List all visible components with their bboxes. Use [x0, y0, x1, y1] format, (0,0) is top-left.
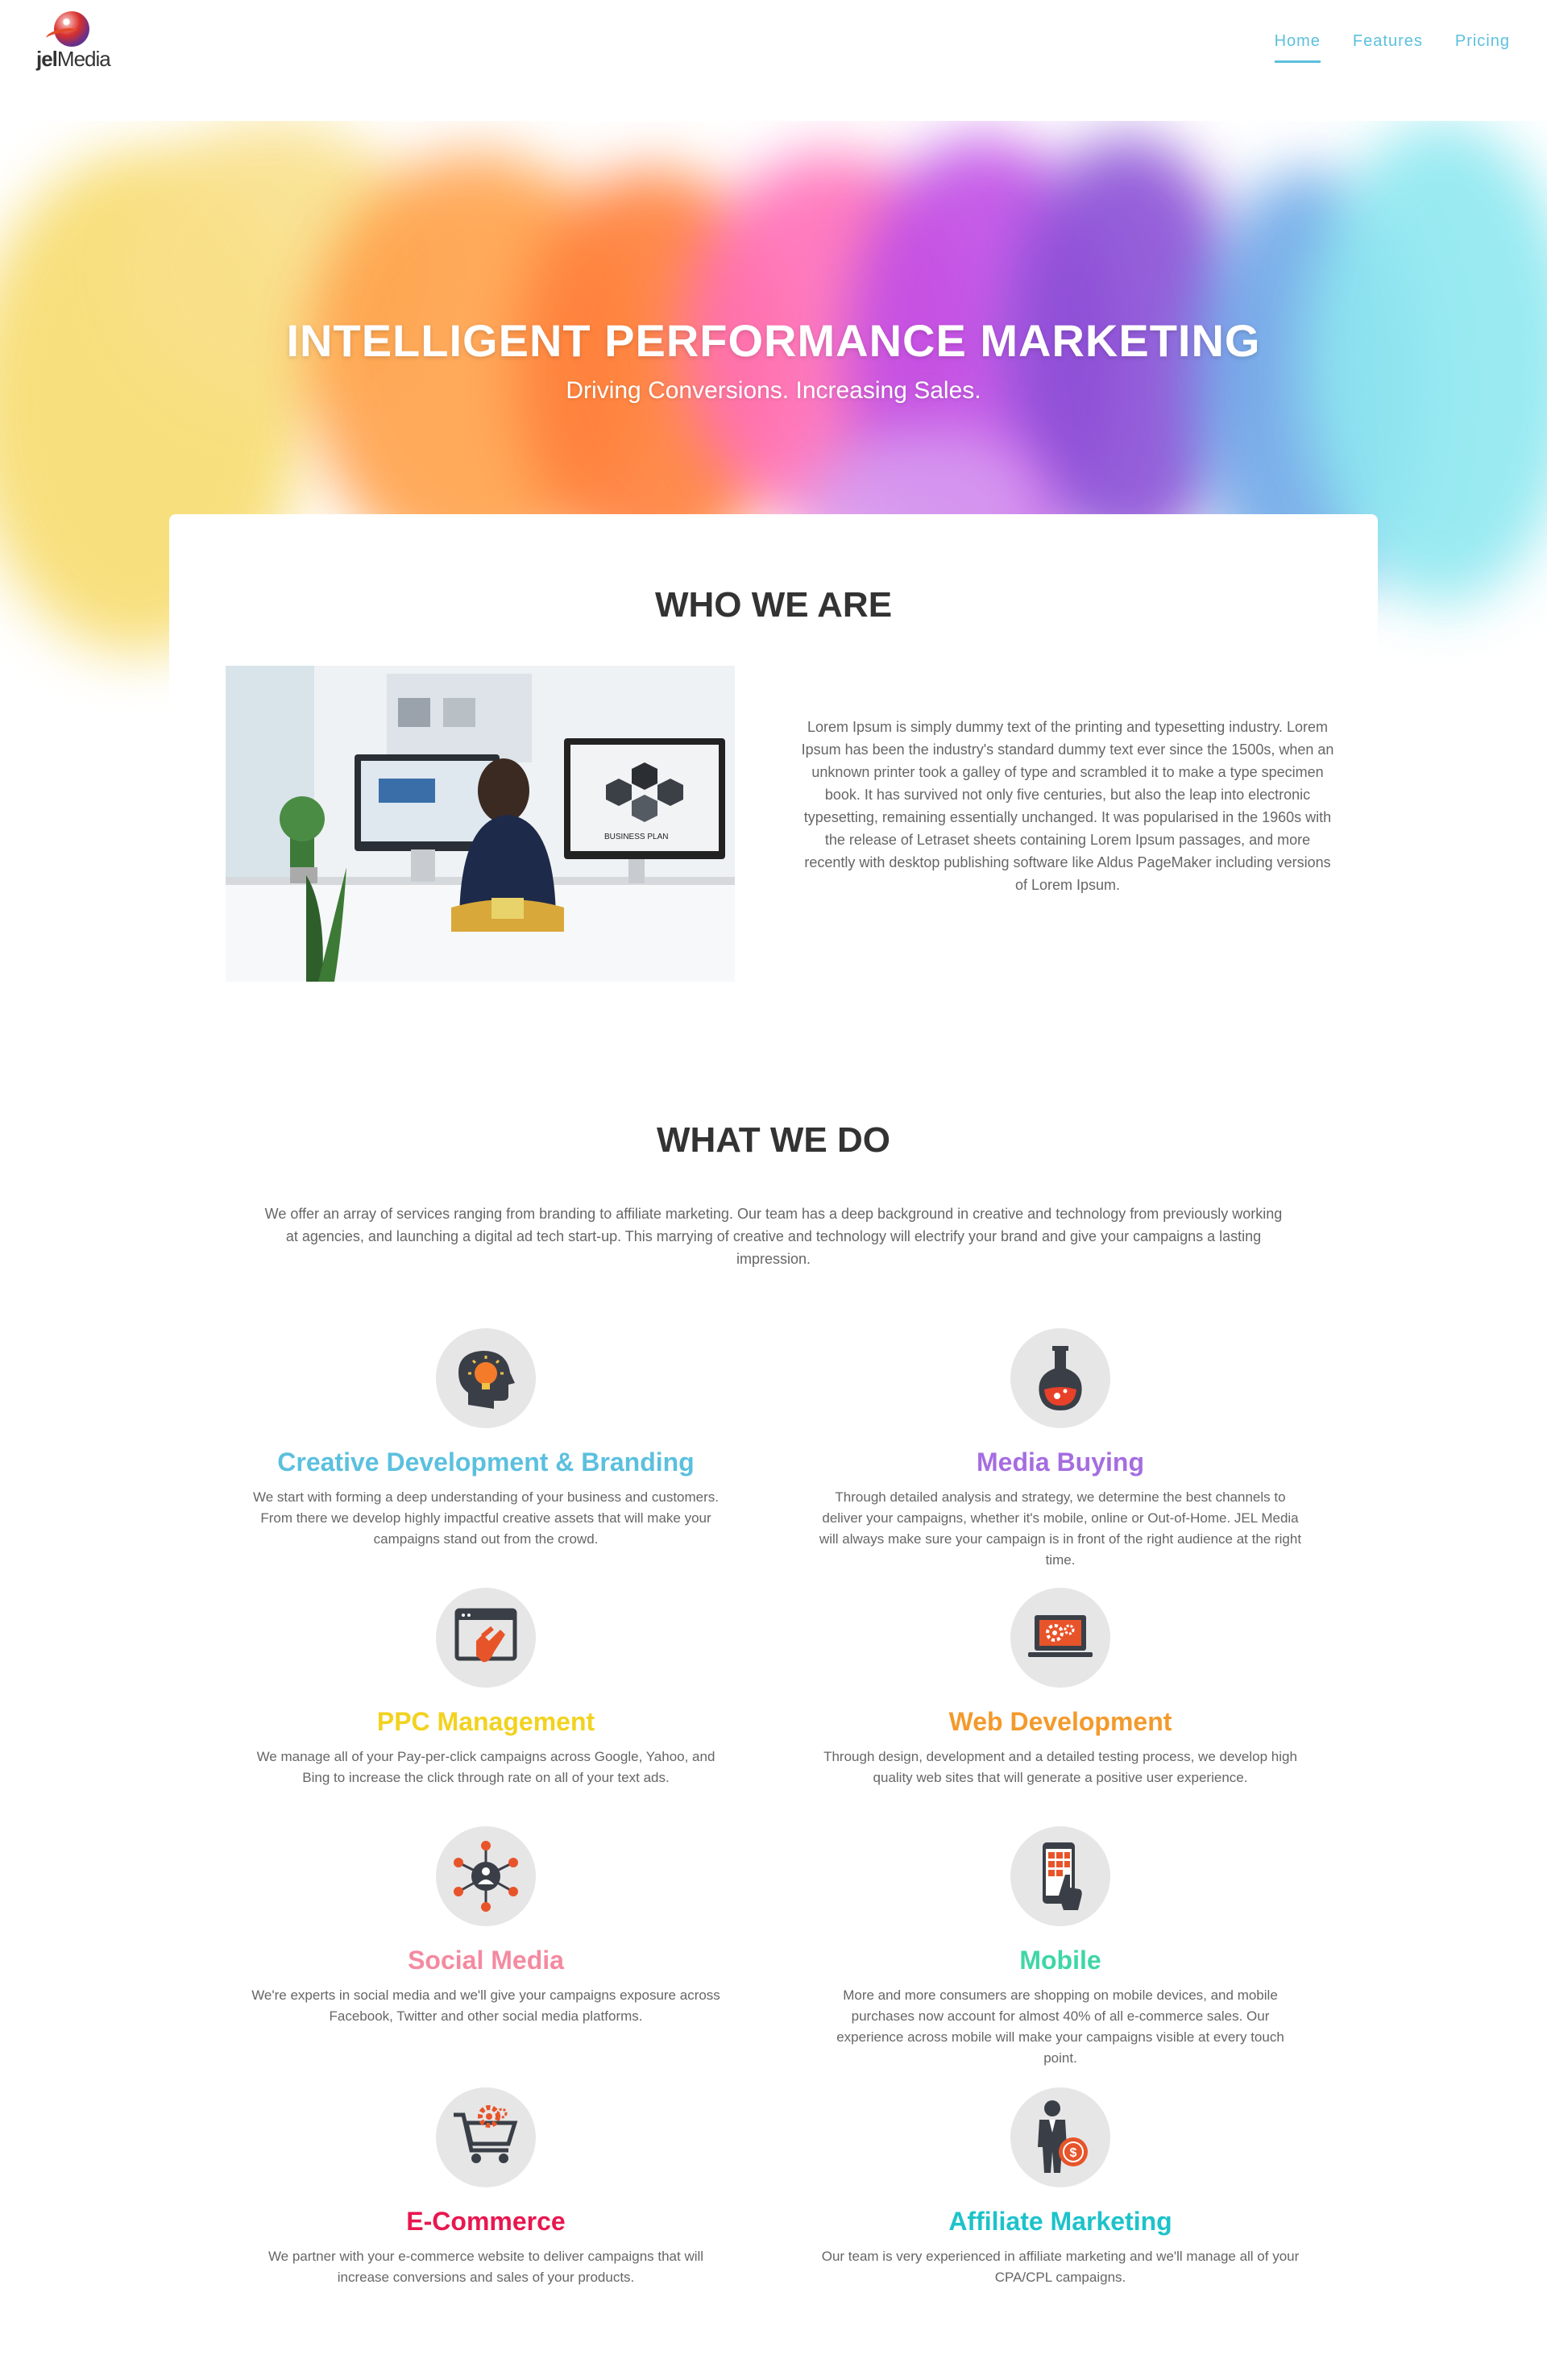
logo-wordmark: jelMedia: [36, 47, 111, 71]
service-description: More and more consumers are shopping on …: [836, 1987, 1284, 2066]
network-people-icon: [436, 1826, 536, 1926]
head-lightbulb-icon: [436, 1328, 536, 1428]
service-mobile: Mobile More and more consumers are shopp…: [786, 1826, 1334, 2069]
service-title: Affiliate Marketing: [948, 2207, 1172, 2236]
hero-title: INTELLIGENT PERFORMANCE MARKETING: [286, 315, 1261, 366]
flask-icon: [1010, 1328, 1110, 1428]
service-description: We manage all of your Pay-per-click camp…: [256, 1749, 715, 1785]
office-photo: BUSINESS PLAN: [226, 666, 735, 982]
service-title: Media Buying: [976, 1448, 1144, 1477]
service-creative: Creative Development & Branding We start…: [212, 1328, 760, 1550]
laptop-gears-icon: [1010, 1588, 1110, 1688]
shopping-cart-icon: [436, 2087, 536, 2187]
service-description: We're experts in social media and we'll …: [251, 1987, 720, 2024]
smartphone-touch-icon: [1010, 1826, 1110, 1926]
service-description: Through detailed analysis and strategy, …: [819, 1489, 1302, 1568]
businessman-dollar-icon: $: [1010, 2087, 1110, 2187]
service-ecommerce: E-Commerce We partner with your e-commer…: [212, 2087, 760, 2288]
service-title: Creative Development & Branding: [277, 1448, 695, 1477]
service-web-dev: Web Development Through design, developm…: [786, 1588, 1334, 1788]
nav-pricing[interactable]: Pricing: [1455, 32, 1510, 63]
click-window-icon: [436, 1588, 536, 1688]
service-description: Our team is very experienced in affiliat…: [821, 2249, 1300, 2285]
service-media-buying: Media Buying Through detailed analysis a…: [786, 1328, 1334, 1571]
service-affiliate: $ Affiliate Marketing Our team is very e…: [786, 2087, 1334, 2288]
service-social-media: Social Media We're experts in social med…: [212, 1826, 760, 2027]
top-navbar: jelMedia Home Features Pricing: [0, 0, 1547, 121]
service-ppc: PPC Management We manage all of your Pay…: [212, 1588, 760, 1788]
what-we-do-title: WHAT WE DO: [656, 1120, 891, 1160]
service-title: PPC Management: [376, 1707, 595, 1736]
what-we-do-intro: We offer an array of services ranging fr…: [264, 1206, 1283, 1267]
about-paragraph: Lorem Ipsum is simply dummy text of the …: [801, 719, 1334, 893]
service-description: We partner with your e-commerce website …: [268, 2249, 704, 2285]
service-title: Mobile: [1019, 1946, 1101, 1975]
nav-home[interactable]: Home: [1274, 32, 1321, 63]
who-we-are-title: WHO WE ARE: [654, 585, 893, 625]
jelmedia-logo[interactable]: jelMedia: [36, 11, 117, 71]
business-plan-text: BUSINESS PLAN: [604, 833, 668, 841]
hero-subtitle: Driving Conversions. Increasing Sales.: [566, 377, 981, 404]
who-we-are-card: WHO WE ARE BUSINESS PLAN Lorem Ipsum is …: [169, 514, 1378, 1030]
svg-text:$: $: [1070, 2146, 1077, 2160]
service-title: Social Media: [408, 1946, 564, 1975]
nav-features[interactable]: Features: [1353, 32, 1423, 63]
service-title: E-Commerce: [406, 2207, 566, 2236]
service-description: We start with forming a deep understandi…: [253, 1489, 719, 1547]
nav-menu: Home Features Pricing: [1274, 32, 1510, 63]
service-description: Through design, development and a detail…: [823, 1749, 1297, 1785]
service-title: Web Development: [948, 1707, 1172, 1736]
